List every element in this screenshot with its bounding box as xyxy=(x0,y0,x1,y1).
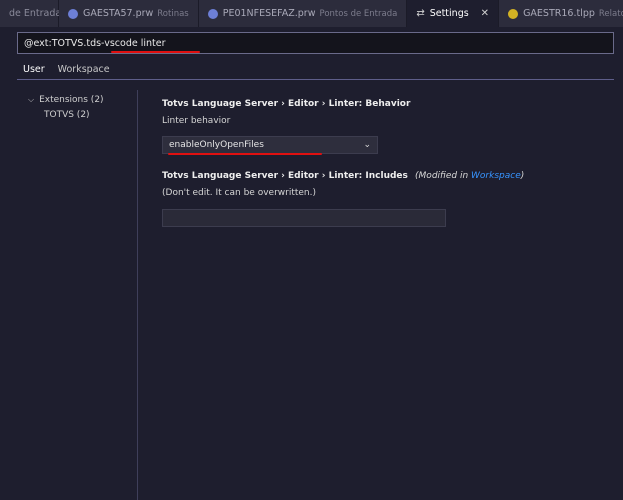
editor-tab-bar: de Entrada GAESTA57.prw Rotinas PE01NFES… xyxy=(0,0,623,27)
tree-item-totvs[interactable]: TOTVS (2) xyxy=(28,107,104,122)
annotation-underline-search xyxy=(111,51,200,53)
tab-pe01nfesefaz[interactable]: PE01NFESEFAZ.prw Pontos de Entrada xyxy=(198,0,408,27)
tab-desc: Pontos de Entrada xyxy=(319,8,398,19)
settings-search-box xyxy=(17,32,614,54)
tree-item-extensions[interactable]: ⌵ Extensions (2) xyxy=(28,92,104,107)
chevron-down-icon: ⌄ xyxy=(363,140,371,150)
tab-label: Settings xyxy=(429,8,469,19)
tab-settings[interactable]: ⇄ Settings ✕ xyxy=(407,0,500,27)
setting-linter-behavior: Totvs Language Server › Editor › Linter:… xyxy=(162,99,410,154)
tab-gaestr16[interactable]: GAESTR16.tlpp Relatorios xyxy=(499,0,623,27)
tab-label: GAESTA57.prw xyxy=(83,8,154,19)
settings-search-input[interactable] xyxy=(18,33,613,53)
linter-behavior-select[interactable]: enableOnlyOpenFiles ⌄ xyxy=(162,136,378,154)
tab-partial-entrada[interactable]: de Entrada xyxy=(0,0,62,27)
chevron-down-icon: ⌵ xyxy=(28,94,35,104)
settings-toc-tree: ⌵ Extensions (2) TOTVS (2) xyxy=(28,92,104,122)
tree-item-label: Extensions (2) xyxy=(39,94,104,105)
setting-title-text: Totvs Language Server › Editor › Linter:… xyxy=(162,171,408,181)
tab-desc: Relatorios xyxy=(598,8,623,19)
toc-divider xyxy=(137,90,138,500)
modified-prefix: (Modified in xyxy=(415,171,472,181)
tab-desc: Rotinas xyxy=(157,8,189,19)
setting-title: Totvs Language Server › Editor › Linter:… xyxy=(162,171,524,181)
tree-item-label: TOTVS (2) xyxy=(44,109,90,120)
linter-includes-input[interactable] xyxy=(162,209,446,227)
tab-desc: de Entrada xyxy=(9,8,62,19)
modified-suffix: ) xyxy=(520,171,525,181)
file-icon xyxy=(68,8,78,19)
setting-description: (Don't edit. It can be overwritten.) xyxy=(162,188,317,198)
setting-linter-includes: Totvs Language Server › Editor › Linter:… xyxy=(162,171,524,227)
file-icon xyxy=(207,8,218,19)
select-value: enableOnlyOpenFiles xyxy=(169,140,264,150)
setting-title: Totvs Language Server › Editor › Linter:… xyxy=(162,99,411,109)
tab-gaesta57[interactable]: GAESTA57.prw Rotinas xyxy=(59,0,199,27)
close-icon[interactable]: ✕ xyxy=(481,8,489,19)
tab-label: GAESTR16.tlpp xyxy=(523,8,595,19)
modified-workspace-link[interactable]: Workspace xyxy=(471,171,521,181)
tab-label: PE01NFESEFAZ.prw xyxy=(222,8,316,19)
annotation-underline-select xyxy=(168,153,322,155)
setting-description: Linter behavior xyxy=(162,116,231,126)
file-icon xyxy=(508,8,519,19)
modified-indicator: (Modified in Workspace) xyxy=(415,171,524,181)
settings-icon: ⇄ xyxy=(416,8,425,19)
scope-divider xyxy=(17,79,614,80)
